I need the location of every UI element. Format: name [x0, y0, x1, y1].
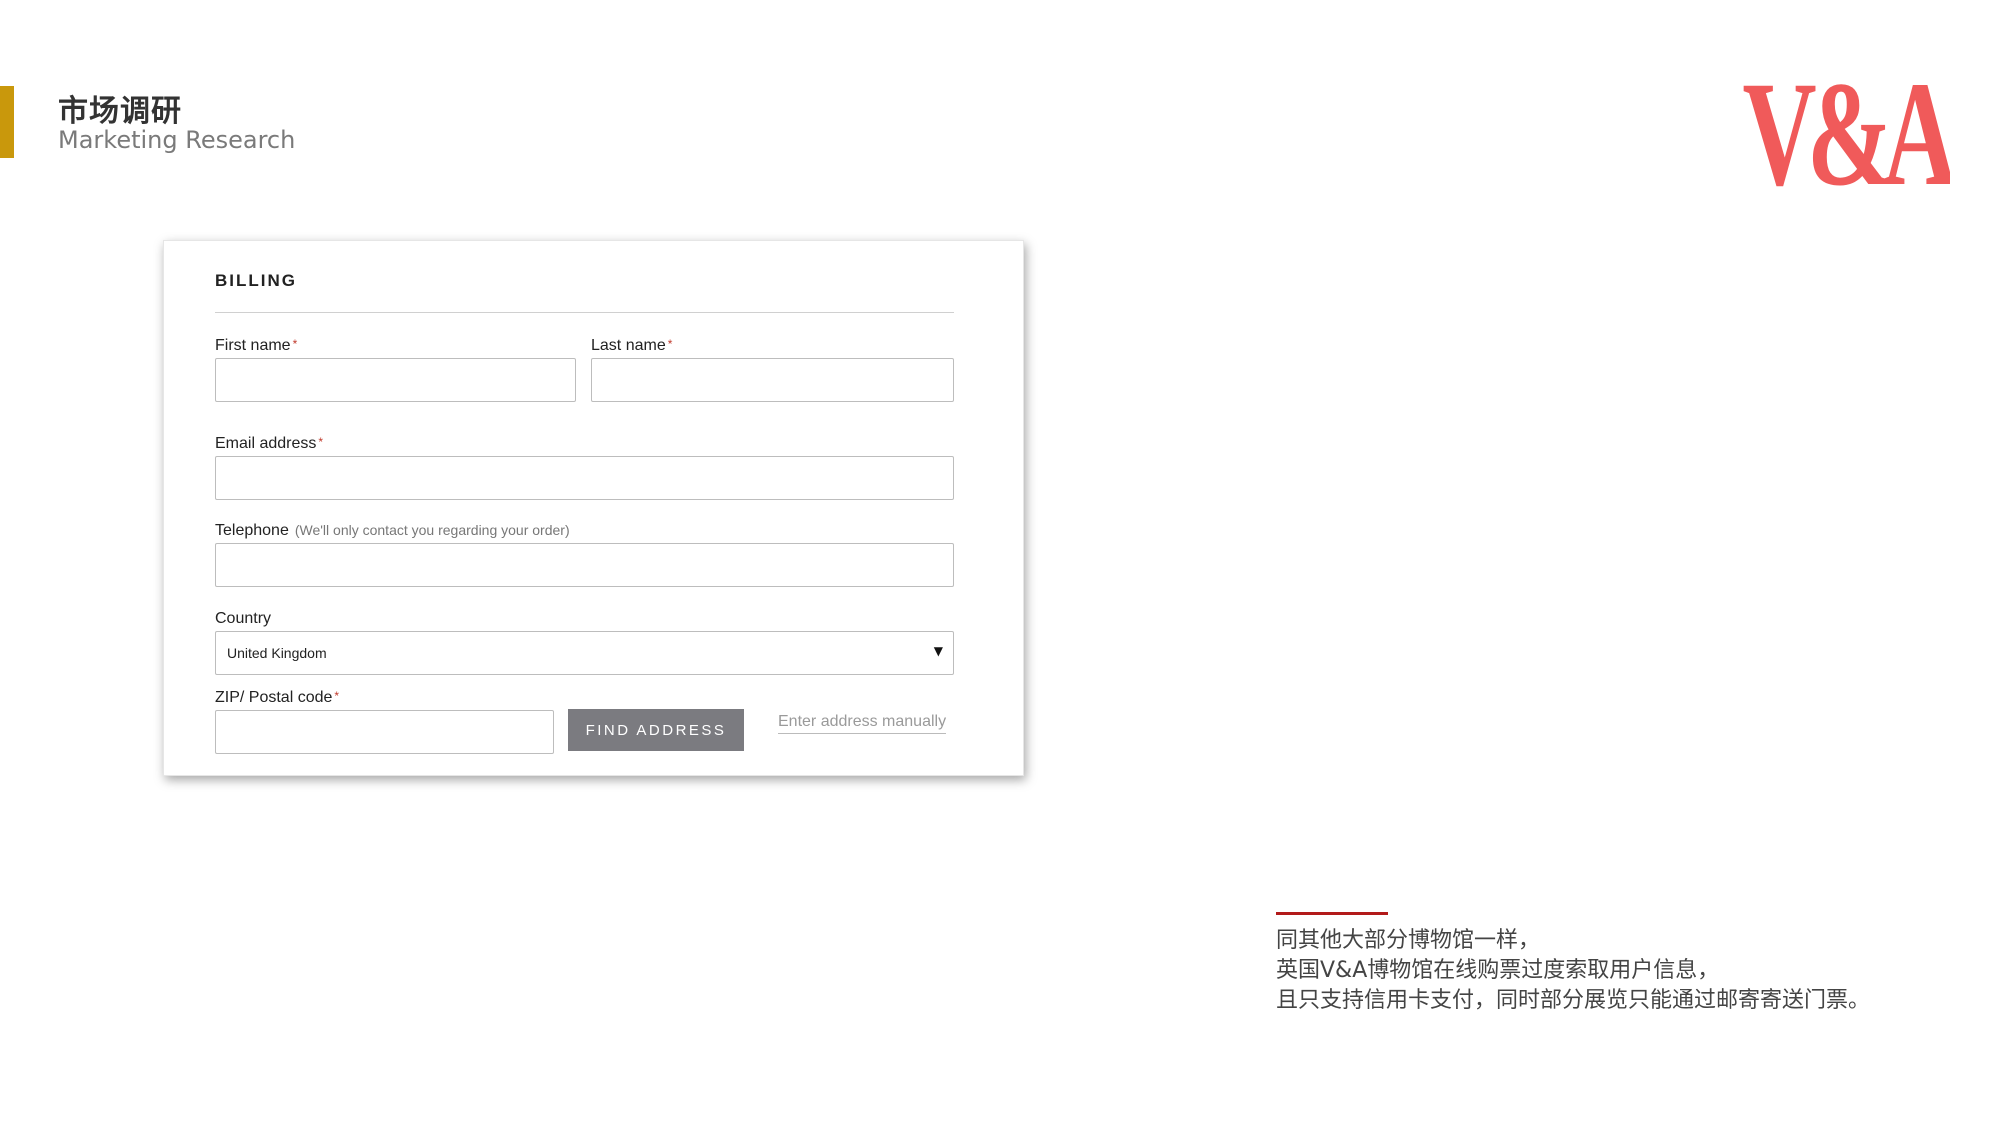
first-name-required-mark: *: [292, 337, 298, 351]
slide-title: 市场调研: [58, 94, 182, 129]
postal-code-field[interactable]: [215, 710, 554, 754]
country-select[interactable]: United Kingdom ▼: [215, 631, 954, 675]
logo-text: V&A: [1743, 72, 1951, 197]
note-line: 同其他大部分博物馆一样，: [1276, 928, 1541, 953]
caret-down-icon: ▼: [933, 644, 943, 658]
note-accent-rule: [1276, 912, 1388, 915]
note-line: 且只支持信用卡支付，同时部分展览只能通过邮寄寄送门票。: [1276, 988, 1871, 1013]
first-name-field[interactable]: [215, 358, 576, 402]
last-name-label-text: Last name: [591, 337, 666, 354]
billing-divider: [215, 312, 954, 313]
enter-address-manually-link[interactable]: Enter address manually: [778, 713, 947, 734]
email-field[interactable]: [215, 456, 954, 500]
note-line: 英国V&A博物馆在线购票过度索取用户信息，: [1276, 958, 1720, 983]
last-name-required-mark: *: [667, 337, 673, 351]
telephone-hint: (We'll only contact you regarding your o…: [294, 522, 570, 538]
telephone-label: Telephone (We'll only contact you regardi…: [215, 522, 570, 540]
slide-subtitle: Marketing Research: [58, 126, 296, 154]
telephone-field[interactable]: [215, 543, 954, 587]
va-logo-icon: V&A: [1743, 72, 1951, 197]
billing-form-card: BILLING First name * Last name * Email add…: [163, 240, 1024, 776]
email-required-mark: *: [318, 435, 324, 449]
first-name-label-text: First name: [215, 337, 291, 354]
country-selected-value: United Kingdom: [227, 645, 327, 661]
note-text: 同其他大部分博物馆一样， 英国V&A博物馆在线购票过度索取用户信息， 且只支持信…: [1276, 926, 1870, 1016]
last-name-label: Last name *: [591, 337, 672, 355]
first-name-label: First name *: [215, 337, 297, 355]
postal-code-label-text: ZIP/ Postal code: [215, 689, 333, 706]
postal-code-label: ZIP/ Postal code *: [215, 689, 339, 707]
last-name-field[interactable]: [591, 358, 954, 402]
email-label: Email address *: [215, 435, 323, 453]
email-label-text: Email address: [215, 435, 317, 452]
country-label: Country: [215, 610, 272, 627]
title-accent-bar: [0, 86, 14, 158]
billing-heading: BILLING: [215, 271, 297, 290]
postal-code-required-mark: *: [334, 689, 340, 703]
find-address-button[interactable]: FIND ADDRESS: [568, 709, 744, 751]
telephone-label-text: Telephone: [215, 522, 289, 539]
